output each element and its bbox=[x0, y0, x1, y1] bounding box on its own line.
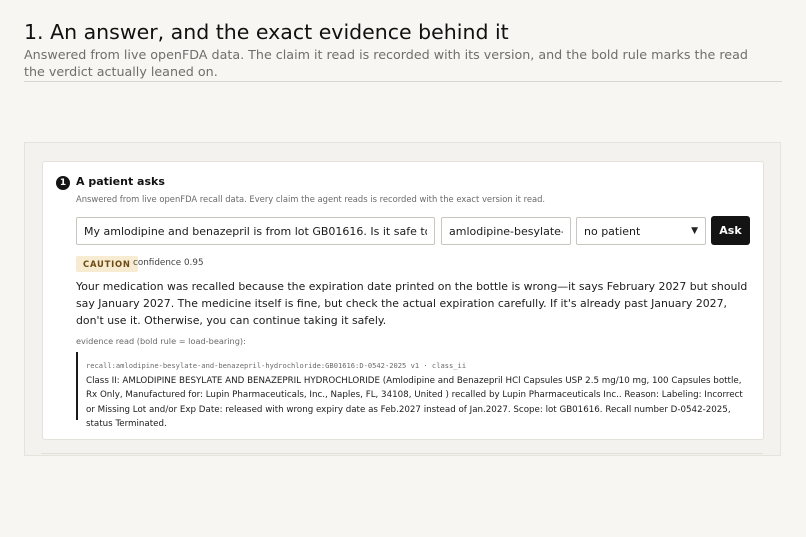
next-card-edge bbox=[41, 453, 763, 454]
ask-button[interactable]: Ask bbox=[711, 216, 750, 245]
page-title: 1. An answer, and the exact evidence beh… bbox=[24, 20, 509, 44]
evidence-label: evidence read (bold rule = load-bearing)… bbox=[76, 336, 246, 346]
header-divider bbox=[24, 81, 782, 82]
patient-select-value: no patient bbox=[584, 224, 641, 238]
patient-select[interactable]: no patient ▼ bbox=[576, 217, 706, 245]
claim-id: recall:amlodipine-besylate-and-benazepri… bbox=[86, 361, 467, 370]
answer-text: Your medication was recalled because the… bbox=[76, 280, 748, 327]
step-number-badge: 1 bbox=[56, 176, 70, 190]
verdict-badge: CAUTION bbox=[76, 256, 138, 272]
question-input[interactable] bbox=[76, 217, 435, 245]
card-subtitle: Answered from live openFDA recall data. … bbox=[76, 194, 546, 204]
confidence-score: confidence 0.95 bbox=[133, 258, 204, 268]
chevron-down-icon: ▼ bbox=[691, 226, 698, 236]
page-subtitle: Answered from live openFDA data. The cla… bbox=[24, 47, 748, 79]
drug-input[interactable] bbox=[441, 217, 571, 245]
claim-text: Class II: AMLODIPINE BESYLATE AND BENAZE… bbox=[86, 376, 743, 430]
card-title: A patient asks bbox=[76, 175, 165, 188]
